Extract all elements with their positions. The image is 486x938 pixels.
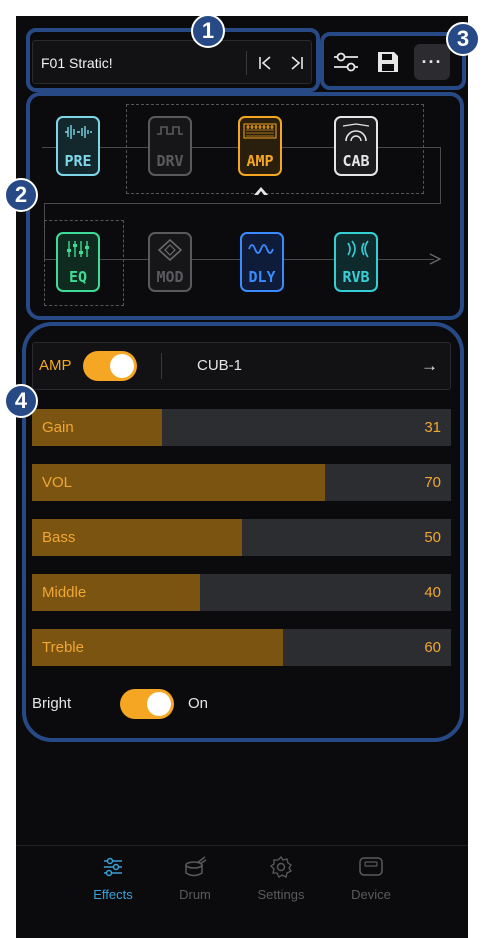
delay-wave-icon (248, 244, 274, 254)
toggle-knob (147, 692, 171, 716)
save-icon (378, 52, 398, 72)
slider-label: Treble (42, 639, 84, 656)
chain-output-arrow-icon (429, 253, 442, 265)
chain-wire-right-down (440, 147, 441, 203)
equalizer-icon (67, 241, 89, 257)
slider-fill (32, 464, 326, 501)
pedal-drv-label: DRV (156, 152, 184, 170)
pedal-mod[interactable]: MOD (148, 232, 192, 292)
gain-slider[interactable]: Gain 31 (32, 409, 451, 446)
sliders-icon (104, 857, 122, 877)
more-icon: ··· (421, 51, 443, 72)
bright-toggle[interactable] (120, 689, 174, 719)
amp-section-label: AMP (39, 357, 72, 374)
clipping-wave-icon (157, 126, 183, 135)
pedal-pre[interactable]: PRE (56, 116, 100, 176)
bright-state: On (188, 695, 209, 712)
preset-name: F01 Stratic! (41, 55, 113, 71)
pedal-dly-label: DLY (248, 268, 276, 286)
pedal-amp[interactable]: AMP (238, 116, 282, 176)
callout-badge-4: 4 (4, 384, 38, 418)
preset-divider (246, 51, 247, 75)
arrow-right-icon: → (421, 356, 438, 375)
tab-device[interactable]: Device (341, 856, 401, 902)
callout-badge-2: 2 (4, 178, 38, 212)
middle-slider[interactable]: Middle 40 (32, 574, 451, 611)
preset-selector[interactable]: F01 Stratic! (32, 40, 312, 84)
bass-slider[interactable]: Bass 50 (32, 519, 451, 556)
device-icon (359, 857, 383, 876)
pedal-eq[interactable]: EQ (56, 232, 100, 292)
treble-slider[interactable]: Treble 60 (32, 629, 451, 666)
waveform-icon (65, 125, 92, 139)
amp-model-name: CUB-1 (197, 357, 243, 374)
drum-icon (185, 856, 207, 877)
pedal-drv[interactable]: DRV (148, 116, 192, 176)
bright-label: Bright (32, 695, 72, 712)
callout-badge-3: 3 (446, 22, 480, 56)
speaker-cab-icon (342, 123, 370, 142)
previous-preset-button[interactable] (253, 51, 277, 75)
pedal-rvb-label: RVB (342, 268, 370, 286)
vol-slider[interactable]: VOL 70 (32, 464, 451, 501)
pedal-pre-label: PRE (64, 152, 92, 170)
tab-settings[interactable]: Settings (251, 855, 311, 902)
slider-label: VOL (42, 474, 73, 491)
slider-label: Bass (42, 529, 76, 546)
modulation-icon (158, 239, 182, 261)
pedal-rvb[interactable]: RVB (334, 232, 378, 292)
slider-value: 50 (424, 529, 441, 546)
pedal-mod-label: MOD (156, 268, 184, 286)
reverb-icon (347, 240, 369, 258)
slider-value: 60 (424, 639, 441, 656)
tab-effects[interactable]: Effects (83, 856, 143, 902)
tab-settings-label: Settings (257, 887, 305, 902)
eq-settings-button[interactable] (328, 44, 364, 80)
amp-enable-toggle[interactable] (83, 351, 137, 381)
pedal-amp-label: AMP (246, 152, 274, 170)
tab-effects-label: Effects (93, 887, 133, 902)
slider-label: Middle (42, 584, 87, 601)
slider-value: 70 (424, 474, 441, 491)
sliders-icon (334, 52, 358, 72)
tab-device-label: Device (351, 887, 391, 902)
pedal-dly[interactable]: DLY (240, 232, 284, 292)
slider-label: Gain (42, 419, 74, 436)
pedal-eq-label: EQ (68, 268, 88, 286)
tab-drum-label: Drum (179, 887, 211, 902)
chain-wire-return (44, 203, 441, 204)
gear-icon (269, 855, 292, 878)
skip-previous-icon (259, 56, 271, 70)
amp-grill-icon (243, 123, 277, 139)
slider-value: 40 (424, 584, 441, 601)
tab-bar-divider (16, 845, 468, 846)
amp-model-row[interactable]: AMP CUB-1 → (32, 342, 451, 390)
save-button[interactable] (370, 44, 406, 80)
selected-indicator-icon (254, 187, 268, 195)
next-preset-button[interactable] (285, 51, 309, 75)
more-options-button[interactable]: ··· (414, 44, 450, 80)
pedal-cab-label: CAB (342, 152, 370, 170)
tab-drum[interactable]: Drum (165, 856, 225, 902)
toggle-knob (110, 354, 134, 378)
callout-badge-1: 1 (191, 14, 225, 48)
skip-next-icon (291, 56, 303, 70)
pedal-cab[interactable]: CAB (334, 116, 378, 176)
slider-value: 31 (424, 419, 441, 436)
amp-row-divider (161, 353, 162, 379)
